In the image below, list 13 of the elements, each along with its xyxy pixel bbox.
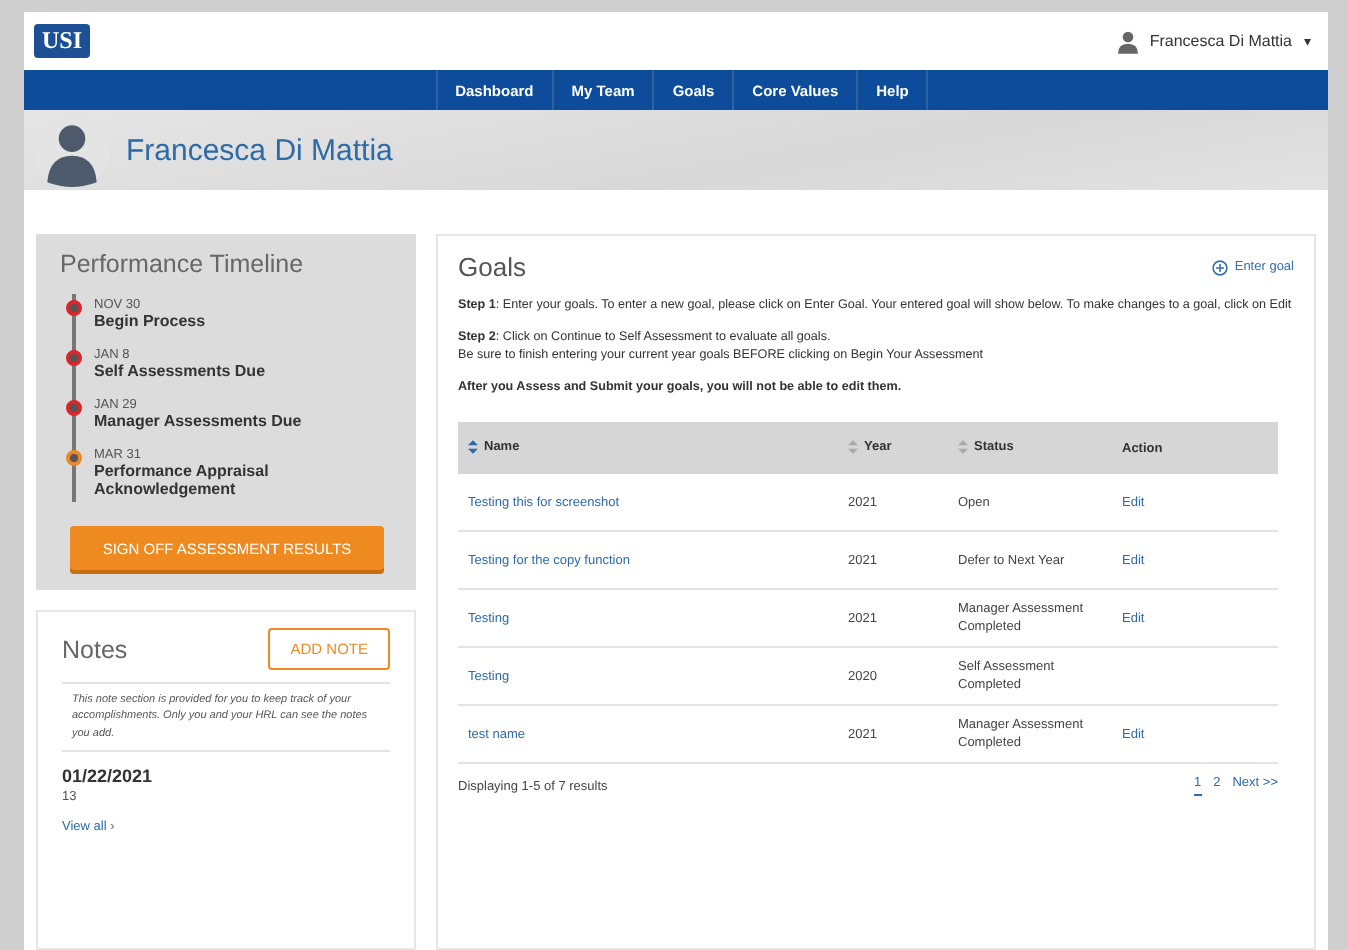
user-menu[interactable]: Francesca Di Mattia	[1149, 32, 1292, 50]
milestone-label: Self Assessments Due	[94, 362, 266, 380]
note-date: 01/22/2021	[62, 765, 155, 786]
add-icon	[1212, 259, 1229, 275]
milestone-label: Begin Process	[94, 312, 206, 330]
profile-name: Francesca Di Mattia	[126, 133, 393, 167]
panel-title: Performance Timeline	[60, 250, 306, 278]
milestone-label: Manager Assessments Due	[94, 412, 302, 430]
panel-title: Notes	[62, 635, 128, 663]
milestone-label: Performance Appraisal Acknowledgement	[94, 462, 271, 498]
panel-title: Goals	[458, 252, 526, 282]
logo[interactable]: USI	[34, 24, 91, 58]
user-icon	[1117, 29, 1138, 53]
